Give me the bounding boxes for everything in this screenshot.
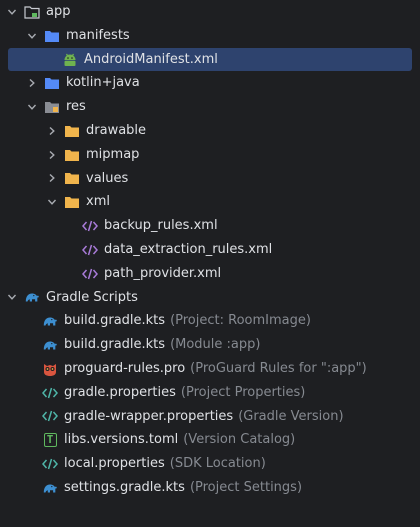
chevron-down-icon[interactable] <box>24 28 40 44</box>
tree-node-kotlin-java[interactable]: kotlin+java <box>0 71 420 95</box>
tree-node-label: Gradle Scripts <box>46 289 138 305</box>
tree-node-label: AndroidManifest.xml <box>84 51 218 67</box>
tree-node-label: gradle.properties <box>64 384 176 400</box>
tree-node-label: data_extraction_rules.xml <box>104 241 273 257</box>
tree-node-hint: (Module :app) <box>170 337 261 353</box>
tree-node-backup-rules[interactable]: backup_rules.xml <box>0 214 420 238</box>
chevron-right-icon[interactable] <box>44 147 60 163</box>
tree-node-label: app <box>46 4 71 19</box>
tree-node-drawable[interactable]: drawable <box>0 119 420 143</box>
proguard-owl-icon <box>42 361 58 377</box>
tree-node-local-properties[interactable]: local.properties (SDK Location) <box>0 452 420 476</box>
tree-node-proguard-rules[interactable]: proguard-rules.pro (ProGuard Rules for "… <box>0 357 420 381</box>
folder-icon <box>44 28 60 44</box>
tree-node-label: mipmap <box>86 146 140 162</box>
gradle-elephant-icon <box>42 337 58 353</box>
tree-node-path-provider[interactable]: path_provider.xml <box>0 262 420 286</box>
tree-node-hint: (Project Properties) <box>180 384 306 400</box>
gradle-elephant-icon <box>24 289 40 305</box>
tree-node-label: kotlin+java <box>66 75 140 91</box>
tree-node-gradle-properties[interactable]: gradle.properties (Project Properties) <box>0 381 420 405</box>
tree-node-label: proguard-rules.pro <box>64 360 186 376</box>
tree-node-label: res <box>66 99 86 115</box>
tree-node-android-manifest[interactable]: AndroidManifest.xml <box>8 47 412 72</box>
tree-node-label: build.gradle.kts <box>64 337 166 353</box>
properties-file-icon <box>42 456 58 472</box>
chevron-down-icon[interactable] <box>4 4 20 20</box>
tree-node-label: drawable <box>86 122 147 138</box>
tree-node-hint: (Gradle Version) <box>238 408 344 424</box>
chevron-right-icon[interactable] <box>24 75 40 91</box>
tree-node-gradle-wrapper-properties[interactable]: gradle-wrapper.properties (Gradle Versio… <box>0 405 420 429</box>
android-icon <box>62 51 78 67</box>
tree-node-label: build.gradle.kts <box>64 313 166 329</box>
resource-folder-icon <box>44 99 60 115</box>
tree-node-libs-versions-toml[interactable]: T libs.versions.toml (Version Catalog) <box>0 428 420 452</box>
tree-node-gradle-scripts[interactable]: Gradle Scripts <box>0 286 420 310</box>
tree-node-label: backup_rules.xml <box>104 218 218 234</box>
folder-icon <box>64 123 80 139</box>
chevron-down-icon[interactable] <box>4 289 20 305</box>
tree-node-label: xml <box>86 194 110 210</box>
tree-node-label: manifests <box>66 27 130 43</box>
tree-node-manifests[interactable]: manifests <box>0 24 420 48</box>
tree-node-settings-gradle[interactable]: settings.gradle.kts (Project Settings) <box>0 476 420 500</box>
tree-node-xml[interactable]: xml <box>0 190 420 214</box>
tree-node-label: gradle-wrapper.properties <box>64 408 234 424</box>
tree-node-build-gradle-project[interactable]: build.gradle.kts (Project: RoomImage) <box>0 309 420 333</box>
xml-file-icon <box>82 266 98 282</box>
toml-glyph: T <box>43 433 57 448</box>
tree-node-build-gradle-module[interactable]: build.gradle.kts (Module :app) <box>0 333 420 357</box>
chevron-down-icon[interactable] <box>44 194 60 210</box>
xml-file-icon <box>82 218 98 234</box>
tree-node-data-extraction-rules[interactable]: data_extraction_rules.xml <box>0 238 420 262</box>
gradle-elephant-icon <box>42 313 58 329</box>
chevron-right-icon[interactable] <box>44 123 60 139</box>
tree-node-app[interactable]: app <box>0 0 420 24</box>
xml-file-icon <box>82 242 98 258</box>
chevron-down-icon[interactable] <box>24 99 40 115</box>
gradle-elephant-icon <box>42 480 58 496</box>
module-folder-icon <box>24 4 40 20</box>
folder-icon <box>44 75 60 91</box>
tree-node-mipmap[interactable]: mipmap <box>0 143 420 167</box>
chevron-right-icon[interactable] <box>44 170 60 186</box>
properties-file-icon <box>42 385 58 401</box>
tree-node-hint: (ProGuard Rules for ":app") <box>190 360 367 376</box>
tree-node-hint: (SDK Location) <box>169 456 266 472</box>
tree-node-label: values <box>86 170 129 186</box>
tree-node-label: path_provider.xml <box>104 265 222 281</box>
tree-node-label: local.properties <box>64 456 165 472</box>
tree-node-res[interactable]: res <box>0 95 420 119</box>
tree-node-label: settings.gradle.kts <box>64 479 185 495</box>
properties-file-icon <box>42 408 58 424</box>
tree-node-hint: (Project Settings) <box>189 479 303 495</box>
tree-node-hint: (Project: RoomImage) <box>170 313 311 329</box>
folder-icon <box>64 170 80 186</box>
toml-file-icon: T <box>42 432 58 448</box>
tree-node-values[interactable]: values <box>0 167 420 191</box>
tree-node-hint: (Version Catalog) <box>183 432 296 448</box>
tree-node-label: libs.versions.toml <box>64 432 179 448</box>
folder-icon <box>64 147 80 163</box>
folder-icon <box>64 194 80 210</box>
project-tree: app manifests AndroidManifest.xml kotlin… <box>0 0 420 527</box>
